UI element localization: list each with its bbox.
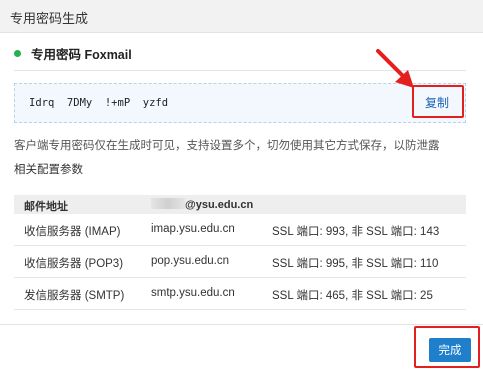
annotation-arrow-icon — [376, 49, 414, 88]
